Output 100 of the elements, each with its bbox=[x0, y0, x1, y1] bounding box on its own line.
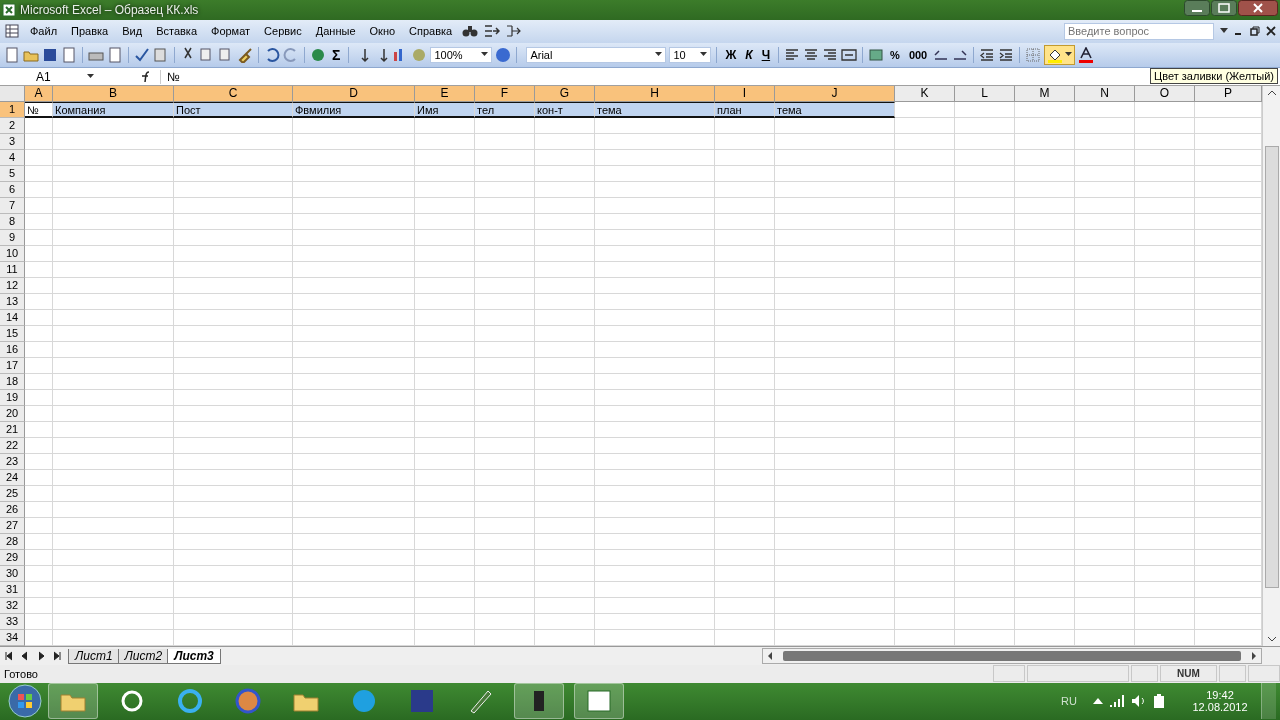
restore-icon[interactable] bbox=[1250, 26, 1260, 37]
menu-item[interactable]: Вид bbox=[118, 25, 147, 38]
close-icon[interactable] bbox=[1266, 26, 1276, 37]
row-header[interactable]: 6 bbox=[0, 182, 25, 199]
row-header[interactable]: 26 bbox=[0, 502, 25, 519]
decrease-indent-icon[interactable] bbox=[979, 46, 996, 63]
caret-icon[interactable] bbox=[700, 52, 708, 58]
format-button[interactable]: Ч bbox=[758, 47, 774, 62]
clock-date[interactable]: 12.08.2012 bbox=[1192, 701, 1248, 714]
column-header[interactable]: J bbox=[775, 86, 895, 103]
format-button[interactable]: К bbox=[742, 47, 756, 62]
signal-icon[interactable] bbox=[1109, 694, 1125, 709]
row-header[interactable]: 30 bbox=[0, 566, 25, 583]
scroll-thumb[interactable] bbox=[783, 651, 1241, 662]
caret-icon[interactable] bbox=[655, 52, 663, 58]
battery-icon[interactable] bbox=[1153, 693, 1165, 710]
clock-time[interactable]: 19:42 bbox=[1206, 689, 1234, 702]
minimize-icon[interactable] bbox=[1184, 0, 1210, 16]
font-color-icon[interactable] bbox=[1078, 46, 1095, 63]
column-header[interactable]: M bbox=[1015, 86, 1075, 103]
column-header[interactable]: B bbox=[53, 86, 174, 103]
row-header[interactable]: 9 bbox=[0, 230, 25, 247]
list-arrow-icon[interactable] bbox=[506, 24, 523, 39]
row-header[interactable]: 31 bbox=[0, 582, 25, 599]
row-header[interactable]: 10 bbox=[0, 246, 25, 263]
sheet-tab[interactable]: Лист3 bbox=[167, 648, 221, 664]
column-header[interactable]: P bbox=[1195, 86, 1262, 103]
row-header[interactable]: 21 bbox=[0, 422, 25, 439]
column-header[interactable]: D bbox=[293, 86, 415, 103]
caret-icon[interactable] bbox=[1065, 52, 1073, 58]
menu-item[interactable]: Файл bbox=[26, 25, 62, 38]
sheet-nav-icon[interactable] bbox=[20, 651, 30, 662]
row-header[interactable]: 3 bbox=[0, 134, 25, 151]
dropdown-arrow-icon[interactable] bbox=[1220, 28, 1228, 35]
row-header[interactable]: 28 bbox=[0, 534, 25, 551]
row-header[interactable]: 13 bbox=[0, 294, 25, 311]
number-format-button[interactable]: 000 bbox=[905, 48, 931, 61]
row-header[interactable]: 4 bbox=[0, 150, 25, 167]
column-header[interactable]: E bbox=[415, 86, 475, 103]
row-header[interactable]: 2 bbox=[0, 118, 25, 135]
scroll-left-icon[interactable] bbox=[767, 651, 773, 662]
caret-icon[interactable] bbox=[481, 52, 489, 58]
row-header[interactable]: 16 bbox=[0, 342, 25, 359]
binoculars-icon[interactable] bbox=[462, 24, 479, 39]
start-button[interactable] bbox=[8, 684, 42, 719]
sheet-nav-icon[interactable] bbox=[36, 651, 46, 662]
show-desktop-button[interactable] bbox=[1261, 683, 1276, 720]
column-header[interactable]: I bbox=[715, 86, 775, 103]
row-header[interactable]: 15 bbox=[0, 326, 25, 343]
number-format-button[interactable]: % bbox=[887, 48, 903, 61]
sheet-tab[interactable]: Лист1 bbox=[68, 648, 120, 664]
zoom-dropdown[interactable]: 100% bbox=[430, 46, 493, 63]
scroll-down-icon[interactable] bbox=[1266, 636, 1277, 643]
row-header[interactable]: 5 bbox=[0, 166, 25, 183]
format-painter-icon[interactable] bbox=[237, 46, 253, 63]
caret-icon[interactable] bbox=[87, 74, 94, 80]
scroll-up-icon[interactable] bbox=[1266, 90, 1277, 97]
scroll-thumb[interactable] bbox=[1264, 146, 1279, 589]
row-header[interactable]: 25 bbox=[0, 486, 25, 503]
menu-item[interactable]: Вставка bbox=[152, 25, 201, 38]
row-header[interactable]: 20 bbox=[0, 406, 25, 423]
language-indicator[interactable]: RU bbox=[1061, 695, 1077, 708]
merge-cells-icon[interactable] bbox=[841, 46, 858, 63]
browser-icon[interactable] bbox=[176, 687, 204, 716]
autosum-button[interactable]: Σ bbox=[329, 46, 344, 63]
font-dropdown[interactable]: Arial bbox=[526, 46, 667, 63]
row-header[interactable]: 17 bbox=[0, 358, 25, 375]
menu-item[interactable]: Сервис bbox=[260, 25, 306, 38]
column-header[interactable]: O bbox=[1135, 86, 1195, 103]
row-header[interactable]: 23 bbox=[0, 454, 25, 471]
row-header[interactable]: 32 bbox=[0, 598, 25, 615]
row-header[interactable]: 24 bbox=[0, 470, 25, 487]
column-header[interactable]: C bbox=[174, 86, 293, 103]
sheet-nav-icon[interactable] bbox=[52, 651, 62, 662]
menu-item[interactable]: Справка bbox=[405, 25, 457, 38]
row-header[interactable]: 19 bbox=[0, 390, 25, 407]
column-header[interactable]: G bbox=[535, 86, 595, 103]
row-header[interactable]: 27 bbox=[0, 518, 25, 535]
format-button[interactable]: Ж bbox=[722, 47, 740, 62]
row-header[interactable]: 18 bbox=[0, 374, 25, 391]
align-right-icon[interactable] bbox=[822, 46, 839, 63]
row-header[interactable]: 12 bbox=[0, 278, 25, 295]
row-header[interactable]: 29 bbox=[0, 550, 25, 567]
horizontal-scrollbar[interactable] bbox=[762, 648, 1262, 665]
function-icon[interactable] bbox=[140, 70, 152, 83]
align-left-icon[interactable] bbox=[784, 46, 801, 63]
speaker-icon[interactable] bbox=[1131, 694, 1147, 709]
row-header[interactable]: 33 bbox=[0, 614, 25, 631]
menu-item[interactable]: Данные bbox=[311, 25, 360, 38]
new-document-icon[interactable] bbox=[4, 46, 20, 63]
maximize-icon[interactable] bbox=[1211, 0, 1237, 16]
row-header[interactable]: 14 bbox=[0, 310, 25, 327]
name-box[interactable]: A1 bbox=[0, 68, 100, 85]
column-header[interactable]: L bbox=[955, 86, 1015, 103]
fill-color-button[interactable] bbox=[1044, 44, 1076, 65]
list-arrow-icon[interactable] bbox=[484, 24, 501, 39]
worksheet-icon[interactable] bbox=[4, 23, 20, 40]
spelling-icon[interactable] bbox=[134, 46, 150, 63]
vertical-scrollbar[interactable] bbox=[1262, 86, 1280, 647]
align-center-icon[interactable] bbox=[803, 46, 820, 63]
